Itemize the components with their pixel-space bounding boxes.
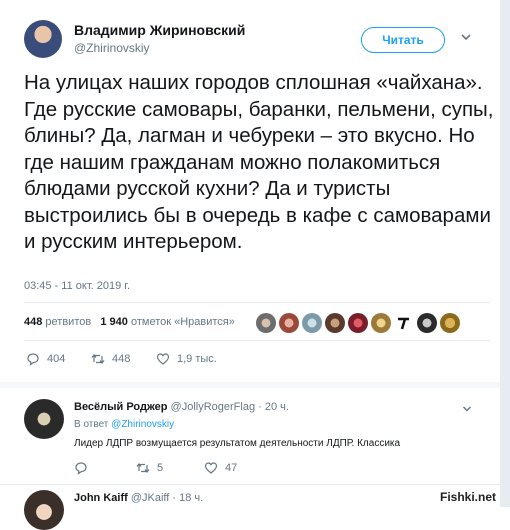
retweets-count[interactable]: 448 <box>24 316 42 328</box>
reply-action[interactable]: 404 <box>26 352 65 366</box>
liker-avatars <box>256 313 466 333</box>
like-count: 1,9 тыс. <box>177 353 217 365</box>
tweet-timestamp[interactable]: 03:45 - 11 окт. 2019 г. <box>24 280 130 292</box>
reply-prefix: В ответ <box>74 419 109 430</box>
reply-text: Лидер ЛДПР возмущается результатом деяте… <box>74 438 401 449</box>
heart-icon <box>156 353 170 365</box>
author-name[interactable]: Владимир Жириновский <box>74 22 245 38</box>
tweet-stats: 448 ретвитов 1 940 отметок «Нравится» <box>24 316 235 328</box>
chevron-down-icon[interactable] <box>461 403 473 415</box>
reply-icon <box>27 353 39 366</box>
reply-author[interactable]: Весёлый Роджер @JollyRogerFlag · 20 ч. <box>74 401 289 413</box>
reply-to-link[interactable]: @Zhirinovskiy <box>111 419 174 430</box>
like-action[interactable]: 1,9 тыс. <box>156 352 217 366</box>
divider <box>24 340 490 341</box>
reply-avatar[interactable] <box>24 399 64 439</box>
liker-avatar[interactable] <box>417 313 437 333</box>
reply2-author-handle[interactable]: @JKaiff <box>131 492 169 504</box>
reply-retweet-action[interactable]: 5 <box>136 461 163 475</box>
retweet-action[interactable]: 448 <box>91 352 130 366</box>
reply-context: В ответ @Zhirinovskiy <box>74 419 174 430</box>
liker-avatar[interactable] <box>279 313 299 333</box>
heart-icon <box>204 462 218 474</box>
reply-author-handle[interactable]: @JollyRogerFlag <box>171 401 256 413</box>
reply-reply-action[interactable] <box>74 461 88 475</box>
reply-retweet-count: 5 <box>157 462 164 474</box>
reply-author-name[interactable]: Весёлый Роджер <box>74 401 167 413</box>
likes-count[interactable]: 1 940 <box>100 316 128 328</box>
reply-like-action[interactable]: 47 <box>204 461 237 475</box>
retweet-icon <box>91 354 105 364</box>
author-handle[interactable]: @Zhirinovskiy <box>74 41 150 55</box>
divider <box>0 484 500 485</box>
liker-avatar[interactable] <box>256 313 276 333</box>
liker-avatar[interactable] <box>348 313 368 333</box>
liker-avatar[interactable] <box>302 313 322 333</box>
chevron-down-icon[interactable] <box>459 30 473 44</box>
reply-icon <box>75 462 87 475</box>
reply2-author-name[interactable]: John Kaiff <box>74 492 128 504</box>
liker-avatar[interactable] <box>394 313 414 333</box>
likes-label[interactable]: отметок «Нравится» <box>131 316 235 328</box>
retweet-icon <box>136 463 150 473</box>
reply2-time[interactable]: · 18 ч. <box>172 492 203 504</box>
reply-count: 404 <box>47 353 66 365</box>
watermark: Fishki.net <box>440 490 497 504</box>
reply-time[interactable]: · 20 ч. <box>258 401 289 413</box>
liker-avatar[interactable] <box>440 313 460 333</box>
tweet-card: Владимир Жириновский @Zhirinovskiy Читат… <box>0 0 500 530</box>
liker-avatar[interactable] <box>325 313 345 333</box>
page-edge <box>500 0 510 507</box>
retweets-label[interactable]: ретвитов <box>45 316 91 328</box>
reply2-author[interactable]: John Kaiff @JKaiff · 18 ч. <box>74 492 203 504</box>
divider <box>0 382 500 388</box>
tweet-text: На улицах наших городов сплошная «чайхан… <box>24 71 494 253</box>
liker-avatar[interactable] <box>371 313 391 333</box>
reply2-avatar[interactable] <box>24 490 64 530</box>
reply-like-count: 47 <box>225 462 238 474</box>
author-avatar[interactable] <box>24 20 62 58</box>
retweet-count: 448 <box>112 353 131 365</box>
divider <box>24 302 490 303</box>
follow-button[interactable]: Читать <box>361 27 445 53</box>
